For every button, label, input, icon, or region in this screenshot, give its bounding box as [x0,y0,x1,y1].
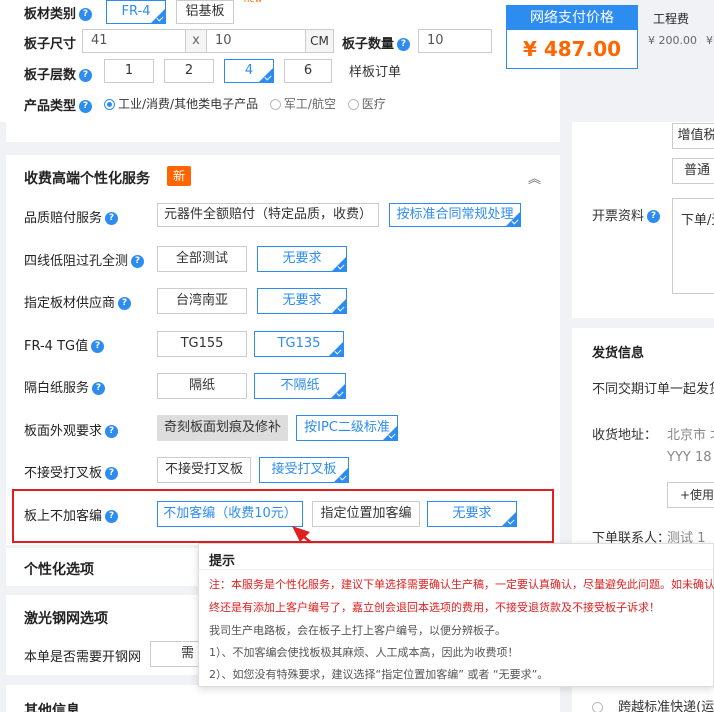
service-label: 板面外观要求? [24,420,119,439]
option-no-requirement[interactable]: 无要求 [257,288,347,314]
stencil-option[interactable]: 需 [150,641,200,667]
width-input[interactable]: 41 [82,29,186,53]
address-detail: YYY 18 [667,450,712,465]
board-type-fr4[interactable]: FR-4 [106,0,166,24]
tooltip-info-line: 1）、不加客编会使找板极其麻烦、人工成本高，因此为收费项！ [209,646,519,659]
help-icon[interactable]: ? [79,69,93,82]
address-city: 北京市 北 [667,428,714,443]
help-icon[interactable]: ? [105,467,119,480]
option-nanya[interactable]: 台湾南亚 [157,288,247,314]
tooltip-info-line: 2）、如您没有特殊要求，建议选择“指定位置加客编” 或者 “无要求”。 [209,668,549,681]
stencil-question: 本单是否需要开钢网 [24,650,142,665]
help-icon[interactable]: ? [79,100,93,113]
help-icon[interactable]: ? [397,38,411,51]
tooltip-warning-line: 注：本服务是个性化服务，建议下单选择需要确认生产稿，一定要认真确认，尽量避免此问… [209,578,714,591]
invoice-label: 开票资料? [592,205,661,224]
services-title: 收费高端个性化服务 [24,171,150,187]
option-ipc-class2[interactable]: 按IPC二级标准 [296,415,398,441]
new-badge: 新 [167,166,192,186]
height-input[interactable]: 10 [206,29,306,53]
price-box: 网络支付价格 ¥ 487.00 [506,5,638,69]
fee-value-2: ¥ [706,34,713,47]
spacer-panel [6,122,560,142]
help-icon[interactable]: ? [79,8,93,21]
option-full-test[interactable]: 全部测试 [157,246,247,272]
radio-icon [104,99,115,110]
option-no-requirement[interactable]: 无要求 [257,246,347,272]
product-type-label: 产品类型? [24,95,93,114]
help-icon[interactable]: ? [118,297,132,310]
other-panel [6,685,560,712]
price-value: ¥ 487.00 [522,37,622,61]
product-type-options: 工业/消费/其他类电子产品 军工/航空 医疗 [104,95,386,112]
help-icon[interactable]: ? [105,212,119,225]
express-option[interactable]: 跨越标准快递(运费 [592,696,714,712]
option-tg155[interactable]: TG155 [157,331,247,357]
option-separate-paper[interactable]: 隔纸 [157,373,247,399]
shipping-title: 发货信息 [592,346,645,361]
product-type-military[interactable]: 军工/航空 [269,97,336,111]
help-icon[interactable]: ? [647,210,661,223]
option-standard-contract[interactable]: 按标准合同常规处理 [389,203,521,227]
shipping-note: 不同交期订单一起发货 [592,382,714,397]
help-icon[interactable]: ? [105,425,119,438]
help-icon[interactable]: ? [92,382,106,395]
size-unit: CM [306,29,334,53]
tooltip-divider [199,569,713,570]
service-label: 隔白纸服务? [24,377,106,396]
help-icon[interactable]: ? [131,255,145,268]
invoice-textarea[interactable]: 下单/无 [672,198,714,294]
layers-option-2[interactable]: 2 [164,59,214,83]
layers-option-6[interactable]: 6 [284,59,332,83]
other-title: 其他信息 [24,703,80,712]
service-label: 不接受打叉板? [24,462,119,481]
size-label: 板子尺寸 [24,37,77,52]
product-type-medical[interactable]: 医疗 [347,97,386,111]
collapse-icon[interactable]: ︽ [528,168,541,187]
service-label: 品质赔付服务? [24,207,119,226]
address-label: 收货地址： [592,428,658,443]
personal-title: 个性化选项 [24,562,94,578]
help-icon[interactable]: ? [105,510,119,523]
quantity-input[interactable]: 10 [418,29,492,53]
option-no-requirement[interactable]: 无要求 [427,501,517,527]
order-config-panel: 板材类别? FR-4 铝基板 new 板子尺寸 41 x 10 CM 板子数量?… [0,0,560,122]
service-label: 板上不加客编? [24,505,119,524]
tooltip-title: 提示 [209,554,236,569]
service-label: 四线低阻过孔全测? [24,250,145,269]
engineering-fee-label: 工程费 [653,12,690,26]
help-icon[interactable]: ? [91,340,105,353]
tooltip-warning-line: 终还是有添加上客户编号了，嘉立创会退回本选项的费用，不接受退货款及不接受板子诉求… [209,601,660,614]
new-badge: new [244,0,263,5]
product-type-industrial[interactable]: 工业/消费/其他类电子产品 [104,97,258,111]
service-label: FR-4 TG值? [24,335,105,354]
normal-invoice-button[interactable]: 普通 [672,158,714,184]
quantity-label: 板子数量? [342,33,411,52]
engineering-fee-value: ¥ 200.00 [648,34,697,47]
use-address-button[interactable]: +使用 [667,482,714,508]
stencil-title: 激光钢网选项 [24,611,108,627]
option-accept-x-board[interactable]: 接受打叉板 [259,457,349,483]
price-header: 网络支付价格 [507,6,637,30]
layers-label: 板子层数? [24,64,93,83]
tooltip-info-line: 我司生产电路板，会在板子上打上客户编号，以便分辨板子。 [209,624,506,637]
layers-option-1[interactable]: 1 [104,59,154,83]
size-separator: x [186,29,206,53]
option-scratch-repair[interactable]: 奇刻板面划痕及修补 [157,415,288,441]
board-type-aluminum[interactable]: 铝基板 [176,0,234,24]
option-component-compensation[interactable]: 元器件全额赔付（特定品质，收费） [157,203,379,227]
option-no-separate-paper[interactable]: 不隔纸 [254,373,346,399]
sample-order-text: 样板订单 [349,65,402,80]
radio-icon [347,99,359,110]
radio-icon [269,99,281,110]
option-reject-x-board[interactable]: 不接受打叉板 [157,457,251,483]
service-label: 指定板材供应商? [24,292,132,311]
vat-invoice-button[interactable]: 增值税 [672,123,714,149]
layers-option-4[interactable]: 4 [224,59,274,83]
radio-icon [592,702,603,712]
board-type-label: 板材类别? [24,3,93,22]
option-tg135[interactable]: TG135 [254,331,344,357]
tooltip-popup: 提示 注：本服务是个性化服务，建议下单选择需要确认生产稿，一定要认真确认，尽量避… [198,543,714,687]
